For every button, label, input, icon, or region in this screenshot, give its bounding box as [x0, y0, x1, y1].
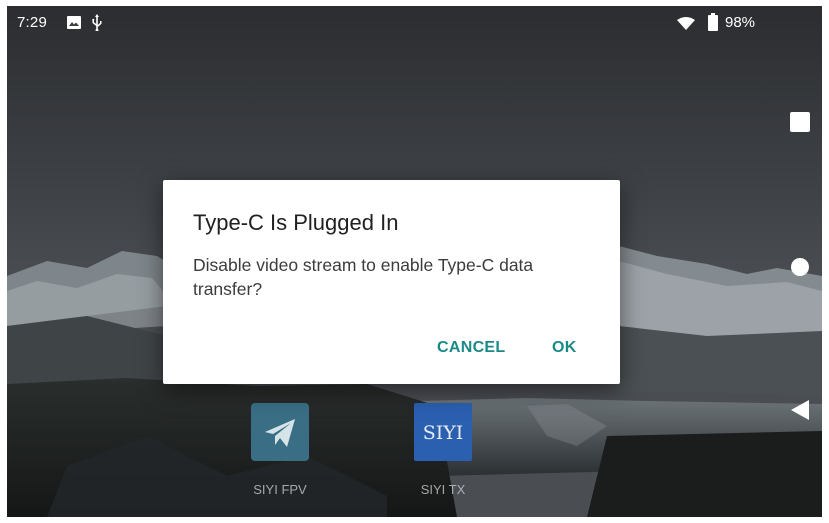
paper-plane-icon	[251, 403, 309, 461]
recents-button[interactable]	[790, 112, 810, 132]
siyi-tx-icon: SIYI	[414, 403, 472, 461]
image-icon	[67, 16, 81, 29]
ok-button[interactable]: OK	[552, 339, 577, 357]
wifi-icon	[677, 17, 695, 30]
app-siyi-tx[interactable]: SIYI SIYI TX	[398, 403, 488, 497]
nav-bar	[776, 6, 822, 517]
battery-percent: 98%	[725, 14, 756, 31]
home-button[interactable]	[790, 257, 810, 277]
app-siyi-fpv[interactable]: SIYI FPV	[235, 403, 325, 497]
back-button[interactable]	[790, 399, 810, 421]
typec-dialog: Type-C Is Plugged In Disable video strea…	[163, 180, 620, 384]
status-bar: 7:29 98%	[7, 6, 822, 38]
cancel-button[interactable]: CANCEL	[437, 339, 505, 357]
usb-icon	[92, 14, 102, 31]
app-label: SIYI TX	[420, 482, 466, 497]
dialog-title: Type-C Is Plugged In	[193, 210, 399, 235]
battery-icon	[708, 13, 718, 31]
home-screen: 7:29 98% SIYI FPV SIYI SIYI TX Type-C Is…	[7, 6, 822, 517]
status-time: 7:29	[17, 14, 47, 31]
siyi-tx-icon-text: SIYI	[423, 422, 464, 444]
app-label: SIYI FPV	[253, 482, 307, 497]
dialog-message: Disable video stream to enable Type-C da…	[193, 255, 534, 299]
